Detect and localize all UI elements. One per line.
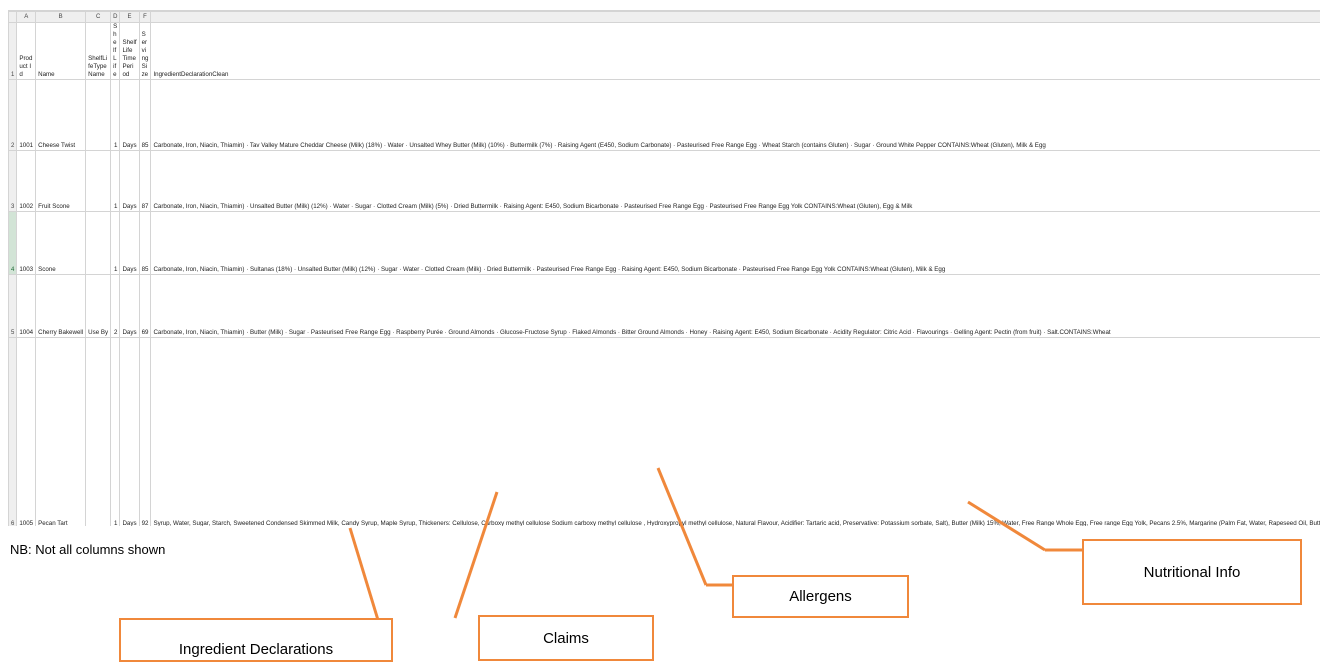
cell-id[interactable]: 1005 bbox=[16, 337, 37, 526]
cell-serving[interactable]: 92 bbox=[138, 337, 152, 526]
cell-period[interactable]: Days bbox=[119, 211, 140, 275]
cell-shelflife[interactable]: 1 bbox=[110, 337, 121, 526]
cell-ingredients[interactable]: Carbonate, Iron, Niacin, Thiamin) · Sult… bbox=[150, 211, 1320, 275]
header-cell[interactable]: ShelfLife TimePeriod bbox=[119, 21, 140, 80]
callout-nutritional-info: Nutritional Info bbox=[1082, 539, 1302, 605]
row-header[interactable]: 2 bbox=[8, 79, 18, 151]
cell-name[interactable]: Scone bbox=[35, 211, 87, 275]
column-header-c[interactable]: C bbox=[85, 11, 112, 23]
cell-period[interactable]: Days bbox=[119, 79, 140, 151]
header-cell[interactable]: ShelfLifeType Name bbox=[85, 21, 112, 80]
column-header-d[interactable]: D bbox=[110, 11, 121, 23]
cell-id[interactable]: 1001 bbox=[16, 79, 37, 151]
column-header-g[interactable]: G bbox=[150, 11, 1320, 23]
cell-serving[interactable]: 69 bbox=[138, 274, 152, 338]
column-header-b[interactable]: B bbox=[35, 11, 87, 23]
callout-ingredient-declarations: Ingredient Declarations bbox=[119, 618, 393, 662]
column-header-e[interactable]: E bbox=[119, 11, 140, 23]
ingredients-leader bbox=[348, 527, 380, 621]
cell-id[interactable]: 1003 bbox=[16, 211, 37, 275]
cell-period[interactable]: Days bbox=[119, 274, 140, 338]
cell-serving[interactable]: 85 bbox=[138, 211, 152, 275]
cell-period[interactable]: Days bbox=[119, 337, 140, 526]
row-header[interactable]: 3 bbox=[8, 150, 18, 212]
table-row: 3 1002 Fruit Scone 1 Days 87 Carbonate, Iron, … bbox=[8, 150, 1320, 212]
cell-sltype[interactable] bbox=[85, 150, 112, 212]
callout-claims: Claims bbox=[478, 615, 654, 661]
cell-id[interactable]: 1002 bbox=[16, 150, 37, 212]
cell-shelflife[interactable]: 1 bbox=[110, 211, 121, 275]
cell-serving[interactable]: 87 bbox=[138, 150, 152, 212]
cell-name[interactable]: Fruit Scone bbox=[35, 150, 87, 212]
row-header[interactable]: 4 bbox=[8, 211, 18, 275]
cell-sltype[interactable] bbox=[85, 211, 112, 275]
table-row: 6 1005 Pecan Tart 1 Days 92 Syrup, Water, Suga… bbox=[8, 337, 1320, 526]
table-row: 5 1004 Cherry Bakewell Use By 2 Days 69 Carbona… bbox=[8, 274, 1320, 338]
data-table: ABCDEFGHIJKLMNOPQRSTUVWXYZAAABACADAE 1Pr… bbox=[8, 11, 1320, 526]
cell-name[interactable]: Cheese Twist bbox=[35, 79, 87, 151]
corner-cell[interactable] bbox=[8, 11, 18, 23]
cell-name[interactable]: Cherry Bakewell bbox=[35, 274, 87, 338]
cell-sltype[interactable] bbox=[85, 337, 112, 526]
column-header-a[interactable]: A bbox=[16, 11, 37, 23]
header-cell[interactable]: ShelfLife bbox=[110, 21, 121, 80]
table-row: 4 1003 Scone 1 Days 85 Carbonate, Iron, Niacin… bbox=[8, 211, 1320, 275]
cell-period[interactable]: Days bbox=[119, 150, 140, 212]
table-row: 2 1001 Cheese Twist 1 Days 85 Carbonate, Iron,… bbox=[8, 79, 1320, 151]
spreadsheet-grid[interactable]: ABCDEFGHIJKLMNOPQRSTUVWXYZAAABACADAE 1Pr… bbox=[8, 10, 1320, 526]
cell-id[interactable]: 1004 bbox=[16, 274, 37, 338]
header-cell[interactable]: Name bbox=[35, 21, 87, 80]
row-header[interactable]: 1 bbox=[8, 21, 18, 80]
cell-ingredients[interactable]: Carbonate, Iron, Niacin, Thiamin) · Unsa… bbox=[150, 150, 1320, 212]
footnote: NB: Not all columns shown bbox=[10, 542, 166, 557]
cell-shelflife[interactable]: 2 bbox=[110, 274, 121, 338]
header-cell[interactable]: IngredientDeclarationClean bbox=[150, 21, 1320, 80]
cell-serving[interactable]: 85 bbox=[138, 79, 152, 151]
cell-name[interactable]: Pecan Tart bbox=[35, 337, 87, 526]
cell-sltype[interactable]: Use By bbox=[85, 274, 112, 338]
header-cell[interactable]: Product Id bbox=[16, 21, 37, 80]
callout-allergens: Allergens bbox=[732, 575, 909, 618]
cell-shelflife[interactable]: 1 bbox=[110, 79, 121, 151]
column-header-f[interactable]: F bbox=[138, 11, 152, 23]
cell-ingredients[interactable]: Syrup, Water, Sugar, Starch, Sweetened C… bbox=[150, 337, 1320, 526]
cell-ingredients[interactable]: Carbonate, Iron, Niacin, Thiamin) · Butt… bbox=[150, 274, 1320, 338]
row-header[interactable]: 6 bbox=[8, 337, 18, 526]
cell-shelflife[interactable]: 1 bbox=[110, 150, 121, 212]
cell-sltype[interactable] bbox=[85, 79, 112, 151]
row-header[interactable]: 5 bbox=[8, 274, 18, 338]
header-cell[interactable]: ServingSize bbox=[138, 21, 152, 80]
cell-ingredients[interactable]: Carbonate, Iron, Niacin, Thiamin) · Tav … bbox=[150, 79, 1320, 151]
